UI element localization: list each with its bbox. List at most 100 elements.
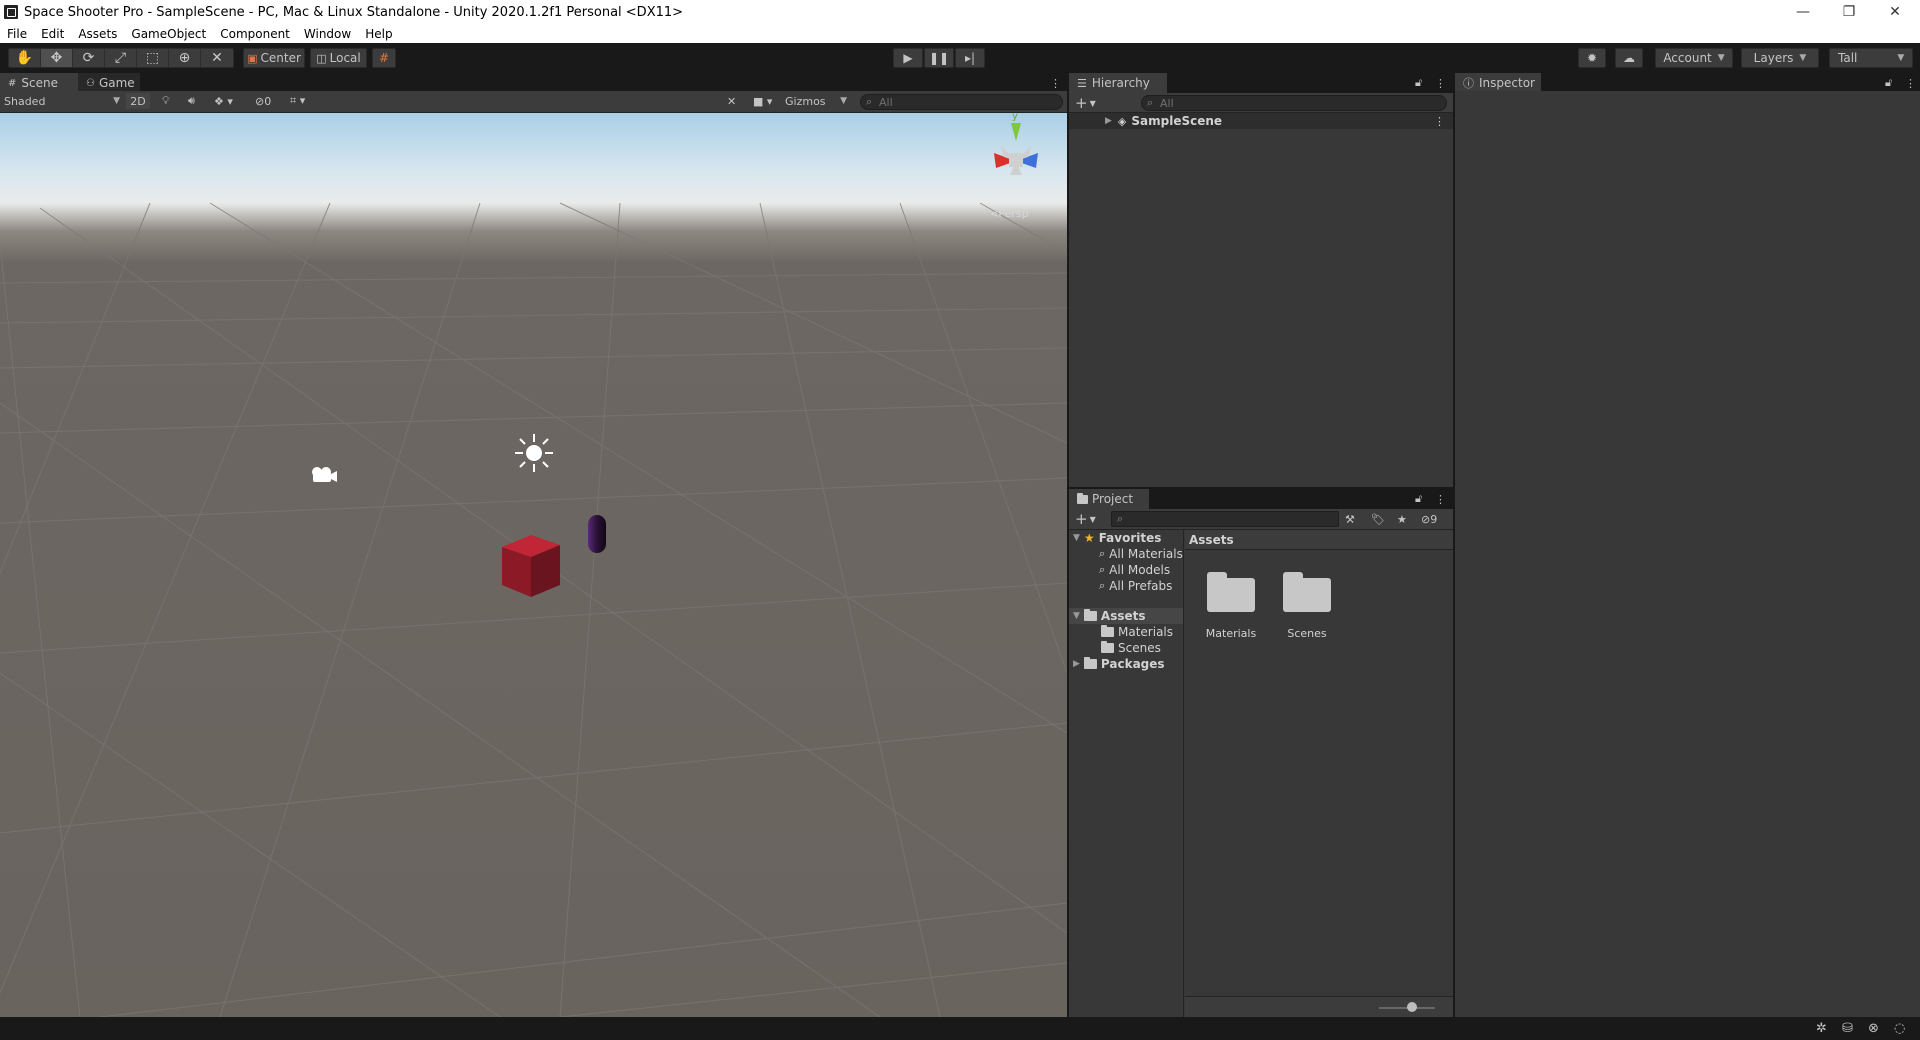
step-button[interactable]: ▸|	[955, 48, 985, 68]
hand-tool-icon[interactable]: ✋	[9, 49, 41, 67]
menu-assets[interactable]: Assets	[71, 27, 124, 41]
tools-icon[interactable]: ✕	[727, 93, 736, 109]
rotate-tool-icon[interactable]: ⟳	[73, 49, 105, 67]
search-by-type-icon[interactable]: ⚒	[1345, 511, 1355, 527]
lock-icon[interactable]: 🔓︎	[1415, 491, 1422, 507]
custom-tool-icon[interactable]: ✕	[201, 49, 233, 67]
hidden-objects-toggle[interactable]: ⊘ 0	[255, 93, 271, 109]
pivot-local-label: Local	[329, 51, 361, 65]
menu-file[interactable]: File	[0, 27, 34, 41]
pivot-center-label: Center	[260, 51, 301, 65]
hierarchy-add-button[interactable]: + ▼	[1075, 94, 1096, 112]
capsule-object[interactable]	[586, 513, 608, 555]
search-by-label-icon[interactable]: 🏷︎	[1371, 511, 1385, 527]
scale-tool-icon[interactable]: ⤢	[105, 49, 137, 67]
asset-folder-scenes[interactable]	[1283, 570, 1331, 612]
restore-button[interactable]: ❐	[1826, 0, 1872, 24]
gizmo-y-label: y	[1012, 113, 1018, 122]
directional-light-icon[interactable]	[513, 432, 555, 474]
pivot-center-button[interactable]: ▣ Center	[243, 48, 305, 68]
progress-icon[interactable]: ⊗	[1868, 1021, 1879, 1036]
camera-icon[interactable]	[308, 463, 338, 485]
tree-fav-all-prefabs[interactable]: ⌕ All Prefabs	[1099, 578, 1172, 594]
tree-fav-all-materials[interactable]: ⌕ All Materials	[1099, 546, 1183, 562]
lock-icon[interactable]: 🔓︎	[1415, 75, 1422, 91]
tree-assets-materials[interactable]: Materials	[1101, 624, 1173, 640]
project-search-input[interactable]	[1111, 511, 1339, 527]
folder-icon	[1101, 625, 1114, 637]
auto-generate-lighting-icon[interactable]: ◌	[1894, 1021, 1905, 1036]
cube-object[interactable]	[500, 533, 562, 599]
pause-button[interactable]: ❚❚	[924, 48, 954, 68]
project-breadcrumb[interactable]: Assets	[1185, 530, 1453, 550]
hierarchy-row-samplescene[interactable]: ▶ ◈ SampleScene ⋮	[1069, 113, 1453, 129]
layout-label: Tall	[1838, 51, 1858, 65]
scene-control-bar: Shaded ▼ 2D 💡︎ 🔊︎ ❖ ▾ ⊘ 0 ⌗ ▾ ✕ ■ ▾ Gizm…	[0, 91, 1067, 113]
menu-help[interactable]: Help	[358, 27, 399, 41]
effects-toggle-icon[interactable]: ❖ ▾	[214, 93, 233, 109]
gizmos-dropdown[interactable]: Gizmos ▼	[785, 93, 847, 109]
hidden-packages-count: 9	[1430, 512, 1438, 526]
project-add-button[interactable]: + ▼	[1075, 510, 1096, 528]
hierarchy-search-input[interactable]: All	[1141, 95, 1447, 111]
orientation-gizmo[interactable]	[980, 113, 1052, 205]
collab-button[interactable]: ✹	[1578, 48, 1606, 68]
breadcrumb-assets[interactable]: Assets	[1189, 533, 1234, 547]
cloud-button[interactable]: ☁	[1615, 48, 1643, 68]
lock-icon[interactable]: 🔓︎	[1885, 75, 1892, 91]
camera-settings-icon[interactable]: ■ ▾	[753, 93, 772, 109]
chevron-right-icon[interactable]: ▶	[1105, 116, 1112, 126]
play-button[interactable]: ▶	[893, 48, 923, 68]
project-menu-icon[interactable]: ⋮	[1435, 491, 1446, 507]
move-tool-icon[interactable]: ✥	[41, 49, 73, 67]
favorites-label: Favorites	[1098, 531, 1162, 545]
project-tab-strip: Project 🔓︎ ⋮	[1069, 489, 1453, 509]
layout-dropdown[interactable]: Tall ▼	[1829, 48, 1913, 68]
inspector-menu-icon[interactable]: ⋮	[1905, 75, 1916, 91]
hierarchy-menu-icon[interactable]: ⋮	[1435, 75, 1446, 91]
2d-toggle[interactable]: 2D	[126, 93, 150, 109]
tree-fav-all-models[interactable]: ⌕ All Models	[1099, 562, 1170, 578]
shading-mode-dropdown[interactable]: Shaded ▼	[4, 93, 120, 109]
tree-assets-scenes[interactable]: Scenes	[1101, 640, 1161, 656]
tree-packages[interactable]: ▶ Packages	[1073, 656, 1165, 672]
menu-gameobject[interactable]: GameObject	[124, 27, 213, 41]
lighting-toggle-icon[interactable]: 💡︎	[162, 93, 170, 109]
rect-tool-icon[interactable]: ⬚	[137, 49, 169, 67]
tree-favorites[interactable]: ▼ ★ Favorites	[1073, 530, 1161, 546]
minimize-button[interactable]: —	[1780, 0, 1826, 24]
favorite-star-icon[interactable]: ★	[1397, 511, 1407, 527]
pivot-local-button[interactable]: ◫ Local	[310, 48, 367, 68]
audio-toggle-icon[interactable]: 🔊︎	[188, 93, 195, 109]
tab-inspector[interactable]: ⓘ Inspector	[1455, 73, 1541, 93]
projection-label[interactable]: ⋖Persp	[990, 207, 1029, 220]
tab-game[interactable]: ⚇ Game	[78, 73, 140, 93]
chevron-down-icon: ▼	[1073, 611, 1080, 621]
unity-app-icon	[4, 5, 18, 19]
menu-window[interactable]: Window	[297, 27, 358, 41]
scene-menu-icon[interactable]: ⋮	[1050, 75, 1061, 91]
scene-viewport[interactable]: y ⋖Persp	[0, 113, 1067, 1017]
tree-scenes-label: Scenes	[1118, 641, 1161, 655]
tab-hierarchy[interactable]: ☰ Hierarchy	[1069, 73, 1167, 93]
menu-component[interactable]: Component	[213, 27, 297, 41]
chevron-right-icon: ▶	[1073, 659, 1080, 669]
close-button[interactable]: ✕	[1872, 0, 1918, 24]
row-menu-icon[interactable]: ⋮	[1434, 115, 1445, 128]
debug-icon[interactable]: ✲	[1816, 1021, 1827, 1036]
slider-thumb[interactable]	[1407, 1002, 1417, 1012]
account-dropdown[interactable]: Account ▼	[1655, 48, 1733, 68]
search-icon: ⌕	[1099, 563, 1106, 576]
grid-snap-button[interactable]: #	[372, 48, 396, 68]
hidden-packages-toggle[interactable]: ⊘ 9	[1421, 511, 1437, 527]
transform-tool-icon[interactable]: ⊕	[169, 49, 201, 67]
cache-server-icon[interactable]: ⛁	[1842, 1021, 1853, 1036]
grid-toggle-icon[interactable]: ⌗ ▾	[290, 93, 305, 109]
layers-dropdown[interactable]: Layers ▼	[1741, 48, 1819, 68]
asset-folder-materials[interactable]	[1207, 570, 1255, 612]
tab-scene[interactable]: # Scene	[0, 73, 78, 93]
menu-edit[interactable]: Edit	[34, 27, 71, 41]
scene-search-input[interactable]: All	[860, 94, 1063, 110]
tab-project[interactable]: Project	[1069, 489, 1149, 509]
tree-assets[interactable]: ▼ Assets	[1069, 608, 1183, 624]
